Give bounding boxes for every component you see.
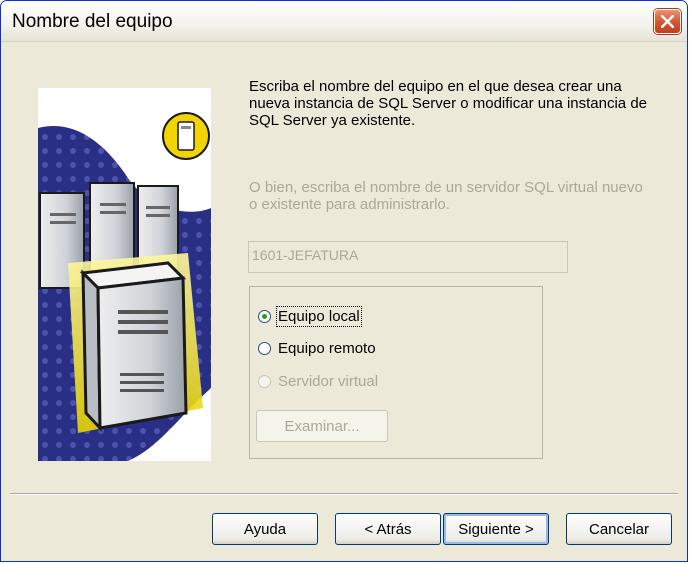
- computer-name-field[interactable]: [248, 241, 568, 273]
- radio-remote-label: Equipo remoto: [278, 340, 376, 357]
- title-bar[interactable]: Nombre del equipo: [1, 1, 687, 42]
- button-separator: [10, 493, 678, 495]
- radio-virtual-label: Servidor virtual: [278, 373, 379, 390]
- next-button[interactable]: Siguiente >: [443, 513, 549, 545]
- radio-disabled-icon: [258, 375, 271, 388]
- browse-button: Examinar...: [256, 410, 388, 442]
- server-illustration: [38, 88, 211, 461]
- radio-virtual-server: Servidor virtual: [258, 373, 378, 390]
- close-button[interactable]: [654, 9, 681, 34]
- server-icon: [38, 88, 211, 461]
- help-button[interactable]: Ayuda: [212, 513, 318, 545]
- radio-checked-icon[interactable]: [258, 310, 271, 323]
- dialog-body: Escriba el nombre del equipo en el que d…: [1, 42, 687, 561]
- back-button[interactable]: < Atrás: [335, 513, 441, 545]
- window-title: Nombre del equipo: [12, 11, 173, 32]
- radio-local-label: Equipo local: [276, 306, 362, 327]
- radio-unchecked-icon[interactable]: [258, 342, 271, 355]
- computer-type-group: Equipo local Equipo remoto Servidor virt…: [249, 286, 543, 459]
- intro-text: Escriba el nombre del equipo en el que d…: [249, 78, 648, 129]
- computer-name-input[interactable]: [252, 247, 552, 263]
- virtual-server-hint: O bien, escriba el nombre de un servidor…: [249, 179, 643, 213]
- radio-remote-computer[interactable]: Equipo remoto: [258, 340, 376, 357]
- computer-name-dialog: Nombre del equipo Escriba el nombre del …: [0, 0, 688, 562]
- cancel-button[interactable]: Cancelar: [566, 513, 672, 545]
- close-icon: [661, 15, 674, 28]
- radio-local-computer[interactable]: Equipo local: [258, 306, 362, 327]
